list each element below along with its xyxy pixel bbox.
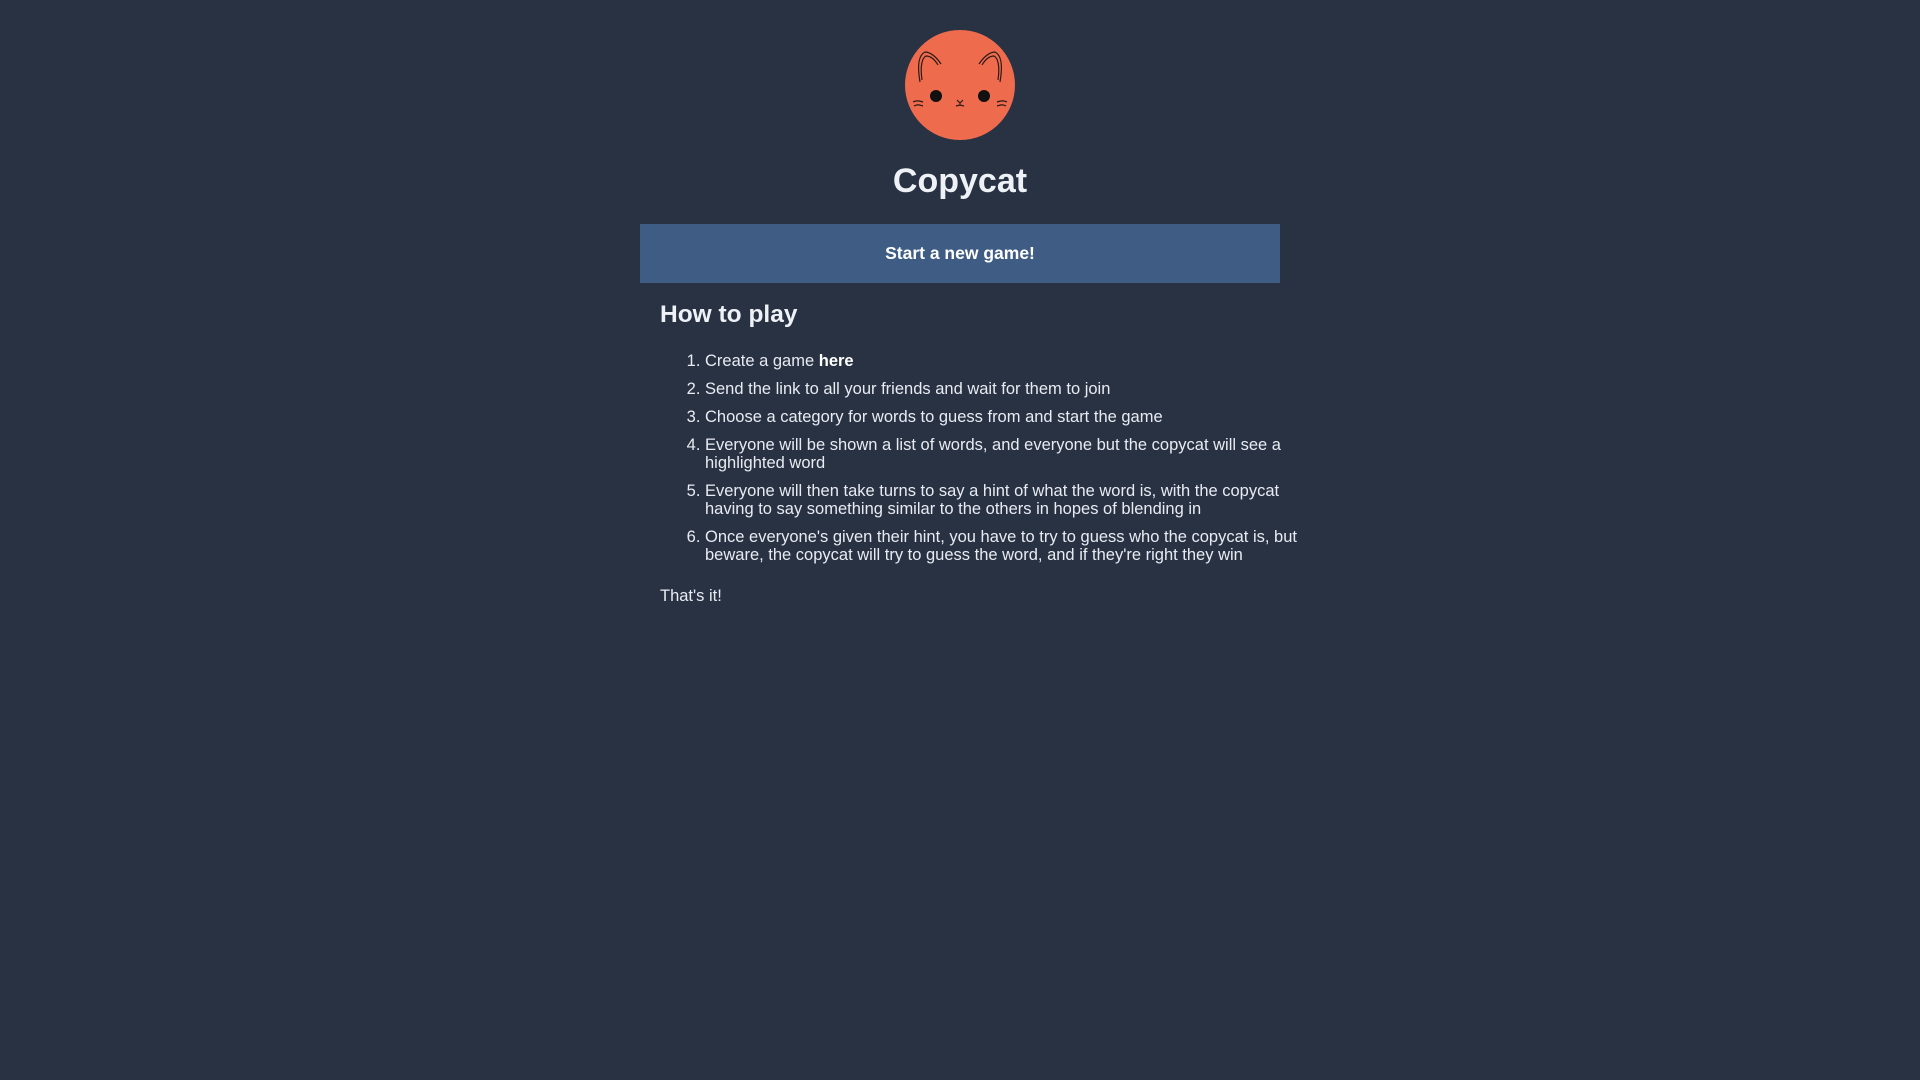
list-item: Everyone will then take turns to say a h… bbox=[705, 482, 1305, 518]
instructions-list: Create a game here Send the link to all … bbox=[660, 352, 1305, 574]
app-title: Copycat bbox=[892, 162, 1028, 200]
list-item: Choose a category for words to guess fro… bbox=[705, 408, 1305, 426]
create-game-link[interactable]: here bbox=[819, 352, 854, 370]
how-to-play-heading: How to play bbox=[660, 301, 798, 328]
list-item: Send the link to all your friends and wa… bbox=[705, 380, 1305, 398]
cat-logo-icon bbox=[905, 30, 1015, 140]
step-text: Create a game bbox=[705, 352, 819, 370]
list-item: Everyone will be shown a list of words, … bbox=[705, 436, 1305, 472]
list-item: Once everyone's given their hint, you ha… bbox=[705, 528, 1305, 564]
closing-text: That's it! bbox=[660, 587, 722, 605]
start-new-game-button[interactable]: Start a new game! bbox=[640, 224, 1280, 283]
list-item: Create a game here bbox=[705, 352, 1305, 370]
